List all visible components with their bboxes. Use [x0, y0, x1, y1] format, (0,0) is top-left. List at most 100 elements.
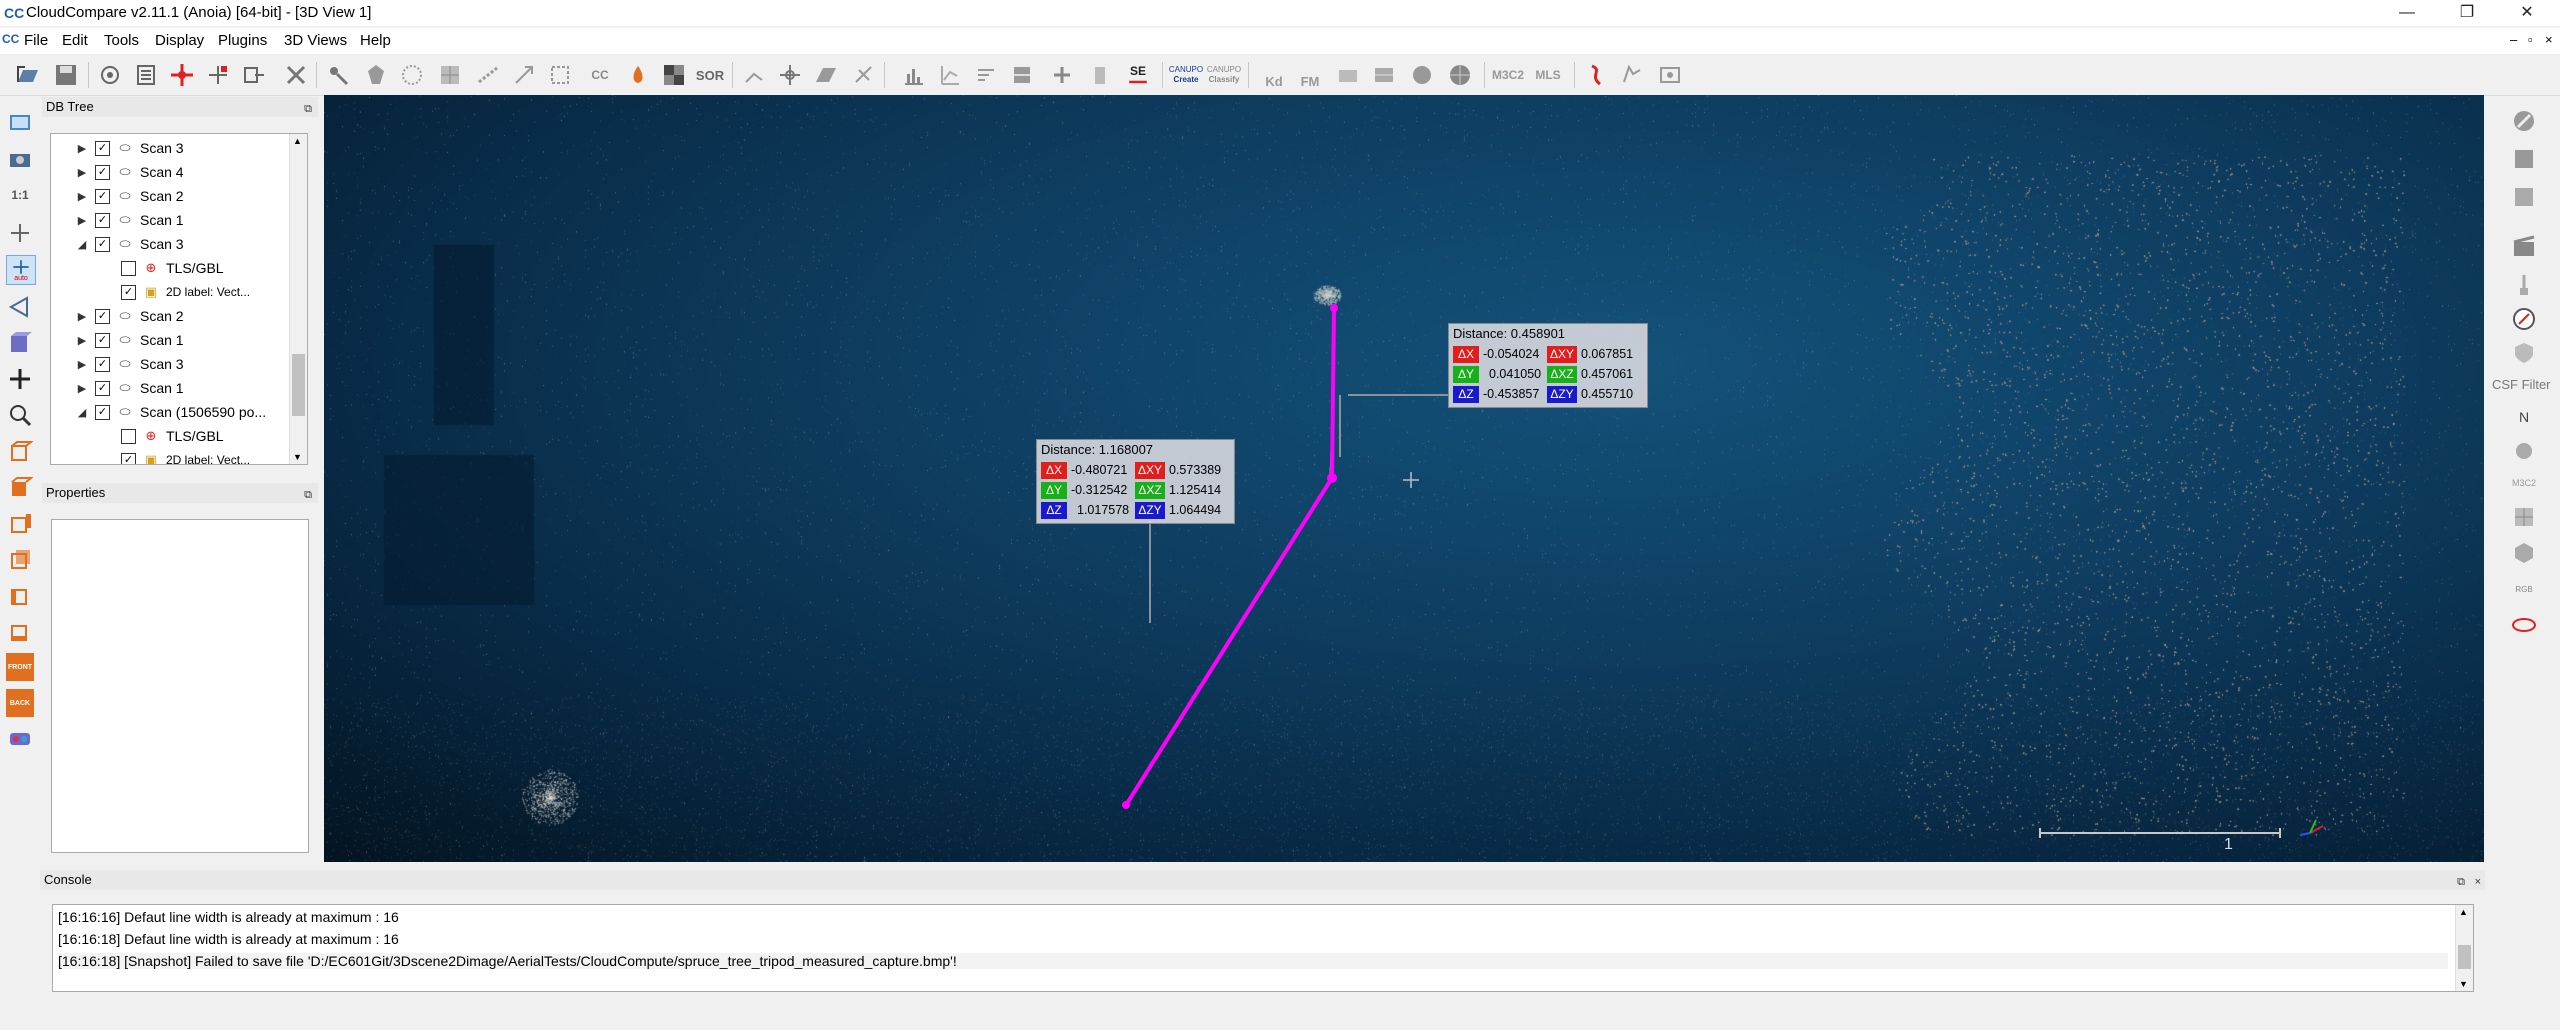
menu-display[interactable]: Display	[155, 32, 204, 49]
delete-icon[interactable]	[282, 61, 310, 89]
mesh-icon[interactable]	[1370, 61, 1398, 89]
tree-item[interactable]: ⊕ TLS/GBL	[101, 256, 224, 280]
expand-arrow-icon[interactable]: ▶	[75, 166, 89, 179]
histogram-icon[interactable]	[900, 61, 928, 89]
m3c2-plugin-icon[interactable]: M3C2	[2510, 469, 2538, 497]
cloud-layers-icon[interactable]	[1618, 61, 1646, 89]
canupo-classify-icon[interactable]: CANUPO Classify	[1206, 61, 1242, 89]
tree-item[interactable]: ▶ ✓ ⬭ Scan 1	[75, 208, 184, 232]
point-picking-icon[interactable]	[168, 61, 196, 89]
hexagon-icon[interactable]	[2510, 539, 2538, 567]
top-view-icon[interactable]	[6, 437, 34, 465]
cross-section-icon[interactable]	[474, 61, 502, 89]
console-close-icon[interactable]: ×	[2475, 872, 2481, 892]
expand-arrow-icon[interactable]: ▶	[75, 334, 89, 347]
expand-arrow-icon[interactable]: ▶	[75, 142, 89, 155]
visibility-checkbox[interactable]: ✓	[95, 308, 110, 324]
properties-undock-icon[interactable]: ⧉	[304, 485, 312, 505]
rgb-icon[interactable]: RGB	[2510, 575, 2538, 603]
mdi-minimize-button[interactable]: –	[2510, 32, 2517, 47]
disable-icon[interactable]	[2510, 107, 2538, 135]
kd-tree-icon[interactable]: Kd	[1260, 61, 1288, 89]
canupo-create-icon[interactable]: CANUPO Create	[1169, 61, 1203, 89]
visibility-checkbox[interactable]	[121, 260, 136, 276]
distance-label-left[interactable]: Distance: 1.168007 ΔX -0.480721 ΔXY 0.57…	[1036, 439, 1235, 524]
tree-item[interactable]: ▶ ✓ ⬭ Scan 1	[75, 376, 184, 400]
menu-edit[interactable]: Edit	[62, 32, 88, 49]
back-view-icon[interactable]	[6, 545, 34, 573]
subsample-icon[interactable]	[362, 61, 390, 89]
iso-front-icon[interactable]: FRONT	[6, 653, 34, 681]
maximize-button[interactable]: ❐	[2444, 0, 2490, 26]
brush-icon[interactable]	[2510, 271, 2538, 299]
sample-points-icon[interactable]	[324, 61, 352, 89]
photo-alt-icon[interactable]	[2510, 183, 2538, 211]
iso-back-icon[interactable]: BACK	[6, 689, 34, 717]
tree-item[interactable]: ▶ ✓ ⬭ Scan 3	[75, 136, 184, 160]
scroll-down-icon[interactable]: ▼	[293, 452, 302, 462]
add-sf-icon[interactable]	[1048, 61, 1076, 89]
sor-filter-icon[interactable]: SOR	[696, 61, 724, 89]
normals-icon[interactable]	[740, 61, 768, 89]
tree-item[interactable]: ▶ ✓ ⬭ Scan 2	[75, 184, 184, 208]
visibility-checkbox[interactable]: ✓	[95, 332, 110, 348]
compass-icon[interactable]	[1582, 61, 1610, 89]
tree-item[interactable]: ▶ ✓ ⬭ Scan 4	[75, 160, 184, 184]
globe-icon[interactable]	[1446, 61, 1474, 89]
front-view-icon[interactable]	[6, 473, 34, 501]
visibility-checkbox[interactable]: ✓	[95, 236, 110, 252]
animation-icon[interactable]	[2510, 233, 2538, 261]
mdi-restore-button[interactable]: ▫	[2528, 32, 2533, 47]
tree-item[interactable]: ▶ ✓ ⬭ Scan 1	[75, 328, 184, 352]
menu-help[interactable]: Help	[360, 32, 391, 49]
filter-icon[interactable]	[1008, 61, 1036, 89]
density-icon[interactable]	[398, 61, 426, 89]
right-view-icon[interactable]	[6, 581, 34, 609]
m3c2-icon[interactable]: M3C2	[1492, 61, 1524, 89]
scroll-down-icon[interactable]: ▼	[2459, 979, 2468, 989]
expand-arrow-icon[interactable]: ▶	[75, 310, 89, 323]
set-pivot-icon[interactable]	[6, 219, 34, 247]
db-tree-scroll-thumb[interactable]	[292, 354, 305, 416]
distance-label-right[interactable]: Distance: 0.458901 ΔX -0.054024 ΔXY 0.06…	[1448, 323, 1648, 408]
scroll-up-icon[interactable]: ▲	[293, 136, 302, 146]
properties-table[interactable]	[51, 519, 309, 853]
graph-icon[interactable]	[936, 61, 964, 89]
console-log[interactable]: [16:16:16] Defaut line width is already …	[52, 904, 2474, 992]
translate-icon[interactable]	[776, 61, 804, 89]
save-icon[interactable]	[52, 61, 80, 89]
mdi-close-button[interactable]: ×	[2545, 32, 2553, 47]
list-icon[interactable]	[132, 61, 160, 89]
move-icon[interactable]	[6, 365, 34, 393]
bounding-box-icon[interactable]	[546, 61, 574, 89]
north-icon[interactable]: N	[2510, 403, 2538, 431]
expand-arrow-icon[interactable]: ▶	[75, 382, 89, 395]
align-icon[interactable]	[510, 61, 538, 89]
expand-arrow-icon[interactable]: ▶	[75, 190, 89, 203]
tree-item[interactable]: ✓ ▣ 2D label: Vect...	[101, 448, 250, 464]
checkerboard-icon[interactable]	[660, 61, 688, 89]
menu-file[interactable]: File	[24, 32, 48, 49]
camera-icon[interactable]	[6, 145, 34, 173]
visibility-checkbox[interactable]: ✓	[95, 212, 110, 228]
3d-view[interactable]: 1 Distance: 1.168007 ΔX -0.480721 ΔXY 0.…	[324, 95, 2484, 862]
photo-icon[interactable]	[2510, 145, 2538, 173]
tree-item[interactable]: ⊕ TLS/GBL	[101, 424, 224, 448]
connected-components-icon[interactable]: CC	[586, 61, 614, 89]
visibility-checkbox[interactable]: ✓	[121, 284, 136, 300]
full-screen-icon[interactable]	[6, 109, 34, 137]
fill-icon[interactable]	[624, 61, 652, 89]
menu-tools[interactable]: Tools	[104, 32, 139, 49]
tree-item[interactable]: ◢ ✓ ⬭ Scan 3	[75, 232, 184, 256]
scalar-field-icon[interactable]	[850, 61, 878, 89]
left-view-icon[interactable]	[6, 509, 34, 537]
scroll-up-icon[interactable]: ▲	[2459, 907, 2468, 917]
visibility-checkbox[interactable]: ✓	[95, 188, 110, 204]
console-scroll-thumb[interactable]	[2458, 945, 2471, 969]
expand-arrow-icon[interactable]: ▶	[75, 214, 89, 227]
segment-out-icon[interactable]	[240, 61, 268, 89]
db-tree-scrollbar[interactable]: ▲ ▼	[289, 134, 307, 464]
bottom-view-icon[interactable]	[6, 617, 34, 645]
visibility-checkbox[interactable]: ✓	[95, 164, 110, 180]
mls-icon[interactable]: MLS	[1534, 61, 1562, 89]
